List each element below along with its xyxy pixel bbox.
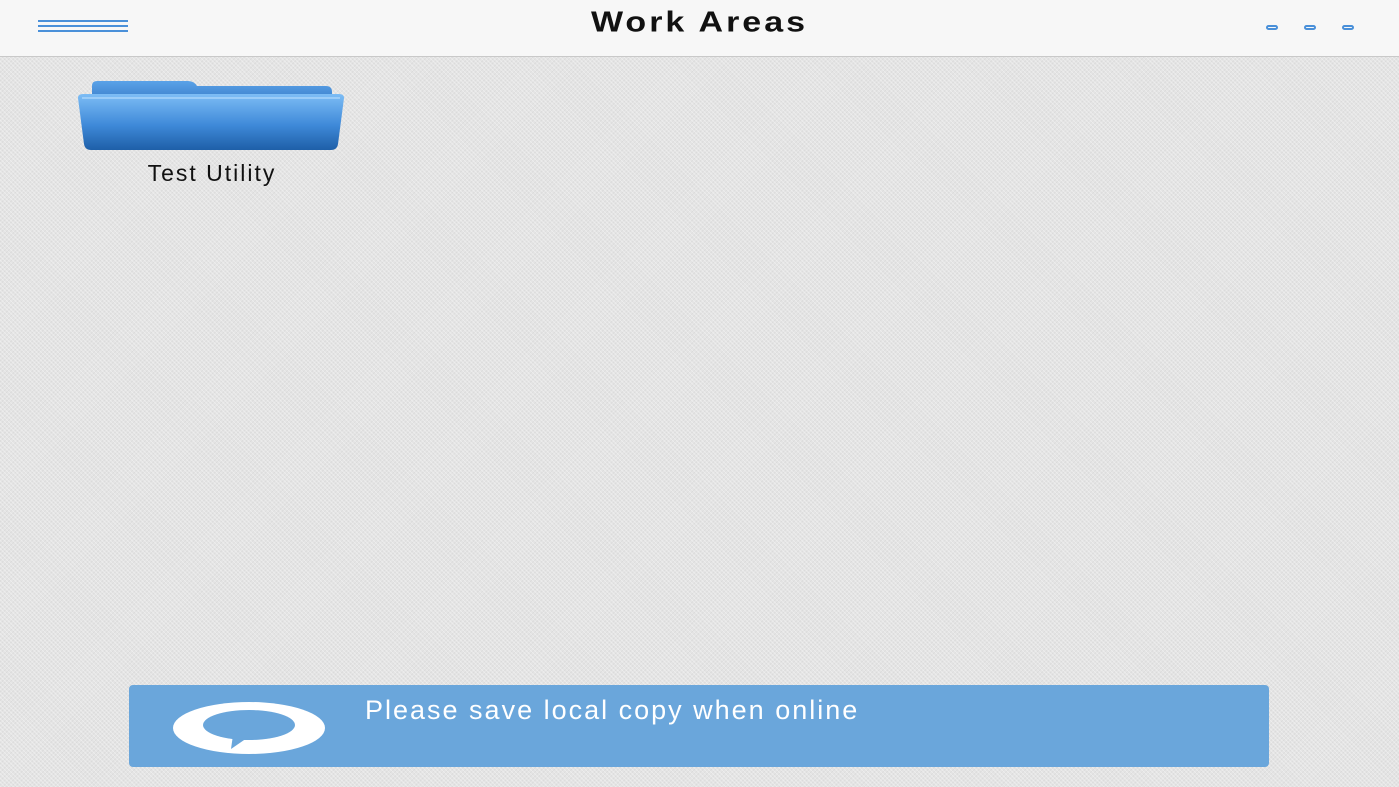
folder-icon	[78, 81, 344, 150]
page-title: Work Areas	[590, 6, 809, 39]
folder-item-test-utility[interactable]: Test Utility	[72, 76, 352, 191]
menu-button[interactable]	[34, 16, 132, 38]
app-header: Work Areas	[0, 0, 1399, 57]
more-options-button[interactable]	[1260, 18, 1360, 40]
speech-bubble-icon	[173, 702, 325, 754]
folder-label: Test Utility	[147, 160, 277, 186]
toast-message: Please save local copy when online	[365, 695, 860, 725]
offline-toast[interactable]: Please save local copy when online	[129, 685, 1269, 767]
